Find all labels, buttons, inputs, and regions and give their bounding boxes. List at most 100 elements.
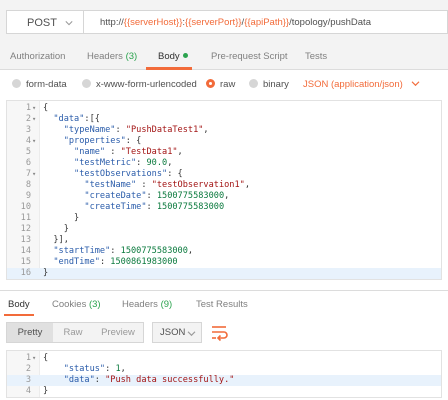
code-text: "testMetric": 90.0, <box>74 158 173 168</box>
response-tab-headers-label: Headers <box>122 299 158 310</box>
fold-arrow-icon[interactable]: ▾ <box>32 169 40 180</box>
option-form-data-label: form-data <box>26 79 67 90</box>
line-number: 6 <box>25 158 31 168</box>
code-line: 13 }], <box>7 235 441 246</box>
line-number: 13 <box>20 235 31 245</box>
view-raw-button[interactable]: Raw <box>53 323 93 342</box>
fold-arrow-icon[interactable]: ▾ <box>32 103 40 114</box>
tab-authorization[interactable]: Authorization <box>10 51 65 62</box>
code-text: { <box>43 103 49 113</box>
response-toolbar: Pretty Raw Preview JSON <box>0 316 448 350</box>
tab-tests[interactable]: Tests <box>305 51 327 62</box>
line-number: 2 <box>25 114 31 124</box>
fold-arrow-icon[interactable]: ▾ <box>32 114 40 125</box>
code-line: 1 ▾{ <box>7 103 441 114</box>
code-text: }], <box>43 235 69 245</box>
cookies-count: (3) <box>88 299 101 310</box>
option-urlencoded-label: x-www-form-urlencoded <box>96 79 197 90</box>
body-type-options: form-data x-www-form-urlencoded raw bina… <box>0 70 448 100</box>
request-body-editor[interactable]: 1 ▾{2 ▾ "data":[{3 "typeName": "PushDataTe… <box>6 100 442 280</box>
code-text: "endTime": 1500861983000 <box>53 257 178 267</box>
code-text: "testObservations": { <box>74 169 183 179</box>
url-input[interactable]: http://{{serverHost}}:{{serverPort}}/{{a… <box>84 10 448 34</box>
code-line: 3 "data": "Push data successfully." <box>7 375 441 386</box>
code-text: "name" : "TestData1", <box>74 147 183 157</box>
line-number: 2 <box>25 364 31 374</box>
code-line: 4} <box>7 386 441 397</box>
body-indicator-dot <box>182 53 188 58</box>
code-text: } <box>43 224 69 234</box>
code-line: 14 "startTime": 1500775583000, <box>7 246 441 257</box>
code-line: 10 "createTime": 1500775583000 <box>7 202 441 213</box>
url-variable: {{apiPath}} <box>244 17 290 28</box>
line-number: 10 <box>20 202 31 212</box>
response-tab-cookies[interactable]: Cookies (3) <box>52 299 101 310</box>
request-tabs: Authorization Headers (3) Body Pre-reque… <box>0 42 448 70</box>
response-format-select[interactable]: JSON <box>152 322 202 343</box>
code-text: } <box>43 213 80 223</box>
line-number: 15 <box>20 257 31 267</box>
radio-icon <box>82 79 91 88</box>
code-line: 12 } <box>7 224 441 235</box>
response-tab-body[interactable]: Body <box>8 299 30 310</box>
code-text: "typeName": "PushDataTest1", <box>63 125 209 135</box>
code-text: } <box>43 268 49 278</box>
radio-selected-icon <box>206 79 215 88</box>
tab-body[interactable]: Body <box>158 51 188 62</box>
tab-headers[interactable]: Headers (3) <box>87 51 137 62</box>
response-tab-headers[interactable]: Headers (9) <box>122 299 172 310</box>
radio-icon <box>249 79 258 88</box>
code-line: 4 ▾ "properties": { <box>7 136 441 147</box>
response-tab-test-results[interactable]: Test Results <box>196 299 248 310</box>
tab-headers-label: Headers <box>87 51 123 62</box>
code-line: 2 ▾ "data":[{ <box>7 114 441 125</box>
url-bar: POST http://{{serverHost}}:{{serverPort}… <box>0 0 448 42</box>
line-number: 5 <box>25 147 31 157</box>
headers-count: (3) <box>125 51 138 62</box>
option-binary-label: binary <box>263 79 289 90</box>
content-type-select[interactable]: JSON (application/json) <box>303 79 420 90</box>
url-variable: {{serverPort}} <box>185 17 242 28</box>
code-line: 5 "name" : "TestData1", <box>7 147 441 158</box>
method-select[interactable]: POST <box>6 10 84 34</box>
code-line: 6 "testMetric": 90.0, <box>7 158 441 169</box>
response-headers-count: (9) <box>160 299 173 310</box>
code-line: 1 ▾{ <box>7 353 441 364</box>
tab-prerequest-script[interactable]: Pre-request Script <box>211 51 288 62</box>
fold-arrow-icon[interactable]: ▾ <box>32 136 40 147</box>
view-pretty-button[interactable]: Pretty <box>7 323 53 342</box>
line-number: 4 <box>25 136 31 146</box>
line-number: 1 <box>25 353 31 363</box>
code-text: "data":[{ <box>53 114 100 124</box>
code-text: "status": 1, <box>63 364 126 374</box>
code-line: 3 "typeName": "PushDataTest1", <box>7 125 441 136</box>
radio-icon <box>12 79 21 88</box>
chevron-down-icon <box>411 81 420 87</box>
url-text: http:// <box>100 17 124 28</box>
view-preview-button[interactable]: Preview <box>93 323 143 342</box>
response-format-label: JSON <box>160 327 186 338</box>
method-label: POST <box>27 17 57 29</box>
chevron-down-icon <box>187 331 196 337</box>
code-text: "data": "Push data successfully." <box>63 375 235 385</box>
code-line: 9 "createDate": 1500775583000, <box>7 191 441 202</box>
response-body-viewer[interactable]: 1 ▾{2 "status": 1, 3 "data": "Push data su… <box>6 350 442 398</box>
line-number: 16 <box>20 268 31 278</box>
code-text: { <box>43 353 49 363</box>
code-text: } <box>43 386 49 396</box>
option-urlencoded[interactable]: x-www-form-urlencoded <box>82 79 197 90</box>
option-form-data[interactable]: form-data <box>12 79 67 90</box>
url-variable: {{serverHost}} <box>123 17 183 28</box>
option-binary[interactable]: binary <box>249 79 289 90</box>
fold-arrow-icon[interactable]: ▾ <box>32 353 40 364</box>
code-line: 7 ▾ "testObservations": { <box>7 169 441 180</box>
code-text: "createDate": 1500775583000, <box>84 191 230 201</box>
code-line: 11 } <box>7 213 441 224</box>
option-raw[interactable]: raw <box>206 79 235 90</box>
view-mode-group: Pretty Raw Preview <box>6 322 144 343</box>
code-text: "properties": { <box>63 136 142 146</box>
wrap-lines-button[interactable] <box>207 322 231 343</box>
line-number: 7 <box>25 169 31 179</box>
code-line: 16} <box>7 268 441 279</box>
line-number: 3 <box>25 125 31 135</box>
